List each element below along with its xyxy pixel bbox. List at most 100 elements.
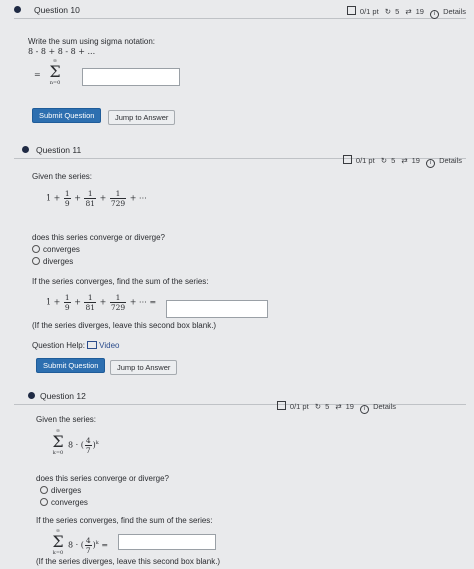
q11-bullet-icon — [22, 146, 29, 153]
attempts-icon: ⇄ — [401, 156, 408, 165]
q10-details-link[interactable]: Details — [443, 7, 466, 16]
q11-sum-input[interactable] — [166, 300, 268, 318]
q11-details-link[interactable]: Details — [439, 156, 462, 165]
q12-details-link[interactable]: Details — [373, 402, 396, 411]
q12-sigma: ∞ Σ k=0 — [50, 428, 66, 456]
q11-header: Question 11 0/1 pt ↻ 5 ⇄ 19 i Details — [14, 144, 466, 168]
checkbox-icon — [342, 155, 352, 164]
q11-jump-button[interactable]: Jump to Answer — [110, 360, 178, 375]
q11-meta: 0/1 pt ↻ 5 ⇄ 19 i Details — [339, 155, 462, 168]
video-icon — [87, 341, 98, 349]
q11-given: Given the series: — [32, 172, 93, 181]
fraction: 19 — [63, 293, 71, 312]
fraction: 1 729 — [109, 189, 127, 208]
q12-term: 8 · (4 7)k — [68, 436, 99, 455]
denominator: 81 — [85, 303, 96, 312]
q10-series: 8 - 8 + 8 - 8 + ... — [28, 47, 96, 56]
details-icon[interactable]: i — [360, 405, 370, 414]
details-icon[interactable]: i — [430, 10, 440, 19]
q10-attempts: 19 — [415, 7, 424, 16]
denominator: 81 — [85, 199, 96, 208]
q10-jump-button[interactable]: Jump to Answer — [108, 110, 176, 125]
q12-title: Question 12 — [40, 391, 86, 401]
option-label: diverges — [43, 257, 74, 266]
exponent: k — [95, 539, 99, 546]
q10-submit-button[interactable]: Submit Question — [32, 108, 102, 123]
checkbox-icon — [346, 6, 356, 15]
q12-sum-prompt: If the series converges, find the sum of… — [36, 516, 213, 525]
radio-icon[interactable] — [40, 498, 48, 506]
numerator: 4 — [84, 436, 92, 446]
q11-series: 1 + 19 + 1 81 + 1 729 + ⋯ — [46, 189, 147, 208]
radio-icon[interactable] — [40, 486, 48, 494]
denominator: 7 — [85, 446, 91, 455]
q10-header: Question 10 0/1 pt ↻ 5 ⇄ 19 i Details — [14, 4, 466, 19]
sigma-icon: Σ — [49, 62, 61, 81]
q10-sigma-lower: n=0 — [49, 80, 61, 86]
q12-question: does this series converge or diverge? — [36, 474, 169, 483]
q12-score: 0/1 pt — [289, 402, 309, 411]
numerator: 1 — [84, 189, 97, 199]
option-label: diverges — [51, 486, 82, 495]
numerator: 4 — [84, 536, 92, 546]
q10-sigma: ∞ Σ n=0 — [44, 58, 66, 86]
q11-sum-prompt: If the series converges, find the sum of… — [32, 277, 209, 286]
q11-attempts: 19 — [411, 156, 420, 165]
series-tail: + ⋯ — [129, 193, 147, 203]
fraction: 1 81 — [84, 189, 97, 208]
q10-title: Question 10 — [34, 5, 80, 15]
option-label: converges — [43, 245, 80, 254]
q11-score: 0/1 pt — [355, 156, 375, 165]
q11-option-diverges[interactable]: diverges — [32, 257, 73, 266]
video-link[interactable]: Video — [87, 341, 119, 350]
numerator: 1 — [109, 189, 127, 199]
q12-option-diverges[interactable]: diverges — [40, 486, 81, 495]
q11-sum-series: 1 + 19 + 1 81 + 1 729 + ⋯ = — [46, 293, 156, 312]
q11-help: Question Help: Video — [32, 341, 119, 350]
q12-bullet-icon — [28, 392, 35, 399]
series-tail: + ⋯ = — [129, 297, 157, 307]
plus-sign: + — [99, 297, 107, 307]
fraction: 47 — [84, 436, 92, 455]
q10-score: 0/1 pt — [359, 7, 379, 16]
sigma-icon: Σ — [52, 532, 64, 551]
q12-sum-sigma: ∞ Σ k=0 — [50, 528, 66, 556]
radio-icon[interactable] — [32, 257, 40, 265]
video-label: Video — [99, 341, 120, 350]
q12-sum-term: 8 · (4 7)k = — [68, 536, 108, 555]
q12-meta: 0/1 pt ↻ 5 ⇄ 19 i Details — [273, 401, 396, 414]
radio-icon[interactable] — [32, 245, 40, 253]
retry-icon: ↻ — [384, 7, 392, 16]
help-label: Question Help: — [32, 341, 85, 350]
q11-title: Question 11 — [36, 145, 82, 155]
q11-option-converges[interactable]: converges — [32, 245, 80, 254]
q11-submit-button[interactable]: Submit Question — [36, 358, 106, 373]
fraction: 19 — [63, 189, 71, 208]
retry-icon: ↻ — [314, 402, 322, 411]
q10-bullet-icon — [14, 6, 21, 13]
denominator: 729 — [110, 303, 126, 312]
q10-retries: 5 — [395, 7, 400, 16]
q10-answer-input[interactable] — [82, 68, 180, 86]
details-icon[interactable]: i — [426, 159, 436, 168]
equals-sign: = — [101, 540, 109, 550]
q12-option-converges[interactable]: converges — [40, 498, 88, 507]
sigma-icon: Σ — [52, 432, 64, 451]
q11-question: does this series converge or diverge? — [32, 233, 165, 242]
plus-sign: + — [99, 193, 107, 203]
exponent: k — [95, 439, 99, 446]
term-coef: 8 · ( — [68, 440, 84, 450]
plus-sign: + — [74, 297, 81, 307]
q12-sum-input[interactable] — [118, 534, 216, 550]
attempts-icon: ⇄ — [335, 402, 342, 411]
numerator: 1 — [63, 189, 71, 199]
q12-attempts: 19 — [345, 402, 354, 411]
denominator: 9 — [64, 303, 70, 312]
option-label: converges — [51, 498, 88, 507]
series-lead: 1 + — [46, 193, 61, 203]
q10-equals: = — [34, 70, 41, 79]
plus-sign: + — [74, 193, 81, 203]
numerator: 1 — [63, 293, 71, 303]
retry-icon: ↻ — [380, 156, 388, 165]
numerator: 1 — [109, 293, 127, 303]
